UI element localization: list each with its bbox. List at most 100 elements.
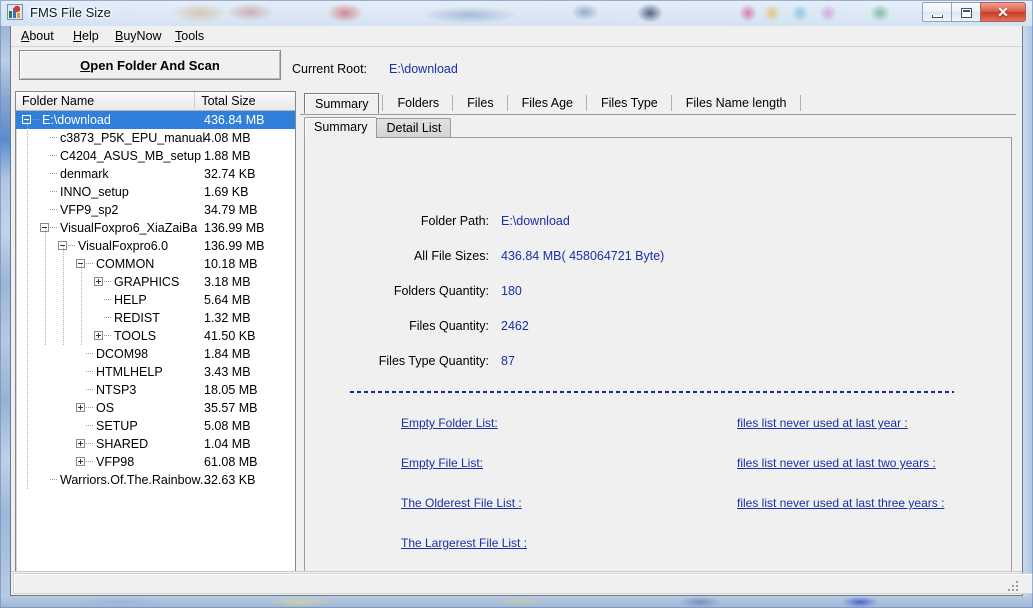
tree-guide-line [63, 246, 64, 345]
tree-connector [104, 335, 111, 336]
minimize-button[interactable] [922, 2, 951, 22]
tree-row-size: 32.74 KB [204, 167, 256, 181]
menu-bar: About Help BuyNow Tools [11, 26, 1022, 47]
window-title: FMS File Size [30, 5, 111, 20]
tree-row-name: NTSP3 [96, 383, 137, 397]
summary-link[interactable]: The Largerest File List : [401, 536, 527, 550]
tree-row-name: E:\download [42, 113, 111, 127]
subtab-detail-list[interactable]: Detail List [376, 118, 452, 137]
folder-tree[interactable]: E:\download 436.84 MB c3873_P5K_EPU_manual… [16, 111, 295, 581]
status-bar [11, 571, 1033, 594]
tree-row[interactable]: REDIST 1.32 MB [16, 309, 295, 327]
summary-link[interactable]: files list never used at last year : [737, 416, 908, 430]
tree-row-name: c3873_P5K_EPU_manual [60, 131, 206, 145]
subtab-summary[interactable]: Summary [304, 117, 378, 138]
tree-row[interactable]: SETUP 5.08 MB [16, 417, 295, 435]
tree-row-name: OS [96, 401, 115, 415]
status-panel-1 [13, 573, 1033, 594]
tree-row[interactable]: C4204_ASUS_MB_setup 1.88 MB [16, 147, 295, 165]
column-header-folder-name[interactable]: Folder Name [16, 92, 196, 111]
tree-row[interactable]: VisualFoxpro6_XiaZaiBa 136.99 MB [16, 219, 295, 237]
client-area: About Help BuyNow Tools Open Folder And … [10, 26, 1033, 596]
tree-row-size: 1.84 MB [204, 347, 251, 361]
tree-row-name: TOOLS [114, 329, 157, 343]
tree-row[interactable]: denmark 32.74 KB [16, 165, 295, 183]
window-frame-left [0, 26, 10, 596]
column-header-total-size[interactable]: Total Size [195, 92, 295, 111]
tree-row-size: 5.64 MB [204, 293, 251, 307]
folder-tree-panel: Folder Name Total Size E:\download 436.84… [15, 91, 296, 582]
tree-connector [104, 299, 111, 300]
summary-label: Folder Path: [420, 214, 489, 228]
expand-icon[interactable] [76, 403, 85, 412]
tree-row[interactable]: NTSP3 18.05 MB [16, 381, 295, 399]
tab-files[interactable]: Files [457, 93, 503, 114]
tree-row-size: 32.63 KB [204, 473, 256, 487]
tree-row-name: C4204_ASUS_MB_setup [60, 149, 202, 163]
summary-link[interactable]: Empty Folder List: [401, 416, 498, 430]
tree-row-name: REDIST [114, 311, 160, 325]
tab-folders[interactable]: Folders [387, 93, 449, 114]
expand-icon[interactable] [94, 277, 103, 286]
current-root-label: Current Root: [292, 62, 368, 76]
tree-row-name: SHARED [96, 437, 149, 451]
tree-connector [68, 245, 75, 246]
tree-row[interactable]: GRAPHICS 3.18 MB [16, 273, 295, 291]
tab-files-age[interactable]: Files Age [512, 93, 583, 114]
expand-icon[interactable] [94, 331, 103, 340]
tree-row[interactable]: DCOM98 1.84 MB [16, 345, 295, 363]
open-folder-and-scan-button[interactable]: Open Folder And Scan [19, 50, 281, 80]
tree-guide-line [45, 228, 46, 345]
expand-icon[interactable] [76, 457, 85, 466]
title-bar[interactable]: FMS File Size ✕ [0, 0, 1033, 26]
menu-item-help[interactable]: Help [71, 28, 101, 44]
tree-connector [50, 173, 57, 174]
summary-link[interactable]: Empty File List: [401, 456, 483, 470]
close-button[interactable]: ✕ [980, 2, 1026, 22]
tree-row[interactable]: COMMON 10.18 MB [16, 255, 295, 273]
tree-row[interactable]: Warriors.Of.The.Rainbow... 32.63 KB [16, 471, 295, 489]
summary-value: 180 [501, 284, 522, 298]
tree-column-header: Folder Name Total Size [16, 92, 295, 111]
tree-row-size: 61.08 MB [204, 455, 258, 469]
tree-row-size: 10.18 MB [204, 257, 258, 271]
tree-row[interactable]: HELP 5.64 MB [16, 291, 295, 309]
tab-summary[interactable]: Summary [304, 93, 380, 114]
tree-guide-line [81, 264, 82, 345]
tree-row[interactable]: VisualFoxpro6.0 136.99 MB [16, 237, 295, 255]
tree-connector [86, 407, 93, 408]
tab-files-name-length[interactable]: Files Name length [676, 93, 797, 114]
tree-row-name: HTMLHELP [96, 365, 163, 379]
resize-grip[interactable] [1006, 579, 1020, 593]
summary-value: E:\download [501, 214, 570, 228]
tree-row[interactable]: TOOLS 41.50 KB [16, 327, 295, 345]
maximize-icon [961, 8, 972, 18]
tree-row[interactable]: OS 35.57 MB [16, 399, 295, 417]
close-icon: ✕ [997, 3, 1009, 20]
summary-link[interactable]: The Olderest File List : [401, 496, 522, 510]
expand-icon[interactable] [76, 439, 85, 448]
tree-row-size: 3.18 MB [204, 275, 251, 289]
tab-files-type[interactable]: Files Type [591, 93, 668, 114]
summary-link[interactable]: files list never used at last three year… [737, 496, 944, 510]
menu-item-about[interactable]: About [19, 28, 56, 44]
maximize-button[interactable] [951, 2, 980, 22]
tree-row[interactable]: SHARED 1.04 MB [16, 435, 295, 453]
desktop-strip-bottom [0, 596, 1033, 608]
tree-row-name: DCOM98 [96, 347, 149, 361]
sub-tab-strip[interactable]: Summary Detail List [304, 117, 1012, 138]
tree-row[interactable]: VFP98 61.08 MB [16, 453, 295, 471]
main-tab-strip[interactable]: Summary Folders Files Files Age Files Type Fi… [300, 91, 1016, 115]
menu-item-tools[interactable]: Tools [173, 28, 206, 44]
summary-link[interactable]: files list never used at last two years … [737, 456, 936, 470]
tree-row[interactable]: c3873_P5K_EPU_manual 4.08 MB [16, 129, 295, 147]
tree-row-name: VisualFoxpro6.0 [78, 239, 169, 253]
tree-row[interactable]: INNO_setup 1.69 KB [16, 183, 295, 201]
tree-row[interactable]: E:\download 436.84 MB [16, 111, 295, 129]
tree-connector [86, 461, 93, 462]
tree-row[interactable]: VFP9_sp2 34.79 MB [16, 201, 295, 219]
tree-row-size: 136.99 MB [204, 239, 265, 253]
tree-connector [50, 191, 57, 192]
menu-item-buynow[interactable]: BuyNow [113, 28, 164, 44]
tree-row[interactable]: HTMLHELP 3.43 MB [16, 363, 295, 381]
